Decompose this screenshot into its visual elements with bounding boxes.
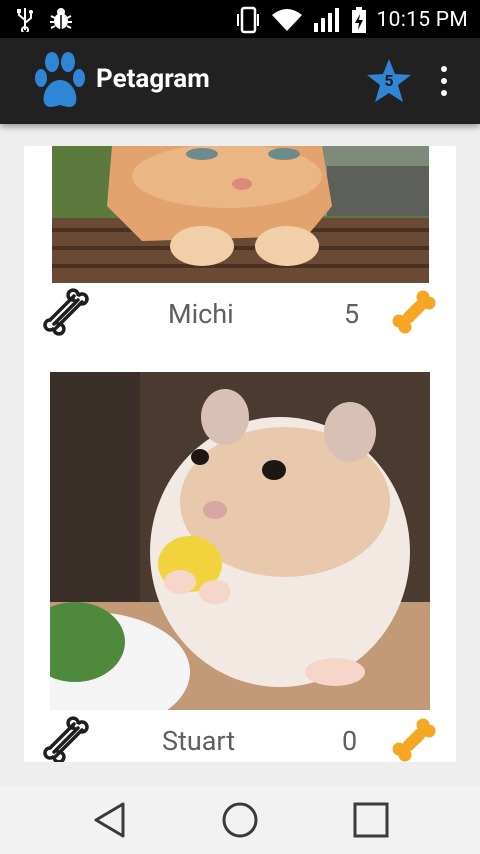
home-icon[interactable] — [220, 800, 260, 840]
pet-likes-count: 0 — [342, 725, 358, 757]
usb-icon — [17, 8, 33, 32]
dot — [441, 90, 447, 96]
dot — [441, 78, 447, 84]
favorites-count[interactable]: 5 — [365, 71, 413, 90]
pet-list[interactable]: Michi 5 Stuart 0 — [24, 146, 456, 762]
recents-icon[interactable] — [351, 800, 391, 840]
pet-likes-count: 5 — [344, 298, 360, 330]
pet-photo-stuart — [50, 372, 430, 710]
bone-filled-icon[interactable] — [388, 286, 440, 338]
dot — [441, 66, 447, 72]
pet-card: Michi 5 — [24, 146, 456, 356]
bug-icon — [50, 8, 72, 29]
status-bar: 10:15 PM — [0, 0, 480, 38]
pet-card: Stuart 0 — [24, 372, 456, 762]
app-title: Petagram — [96, 64, 210, 94]
paw-logo-icon — [35, 52, 85, 107]
pet-photo-michi — [52, 146, 429, 283]
pet-name: Stuart — [162, 725, 236, 757]
bone-outline-icon[interactable] — [40, 714, 92, 762]
bone-outline-icon[interactable] — [40, 286, 92, 338]
signal-icon — [313, 8, 339, 32]
pet-name: Michi — [168, 298, 234, 330]
back-icon[interactable] — [90, 800, 130, 840]
bone-filled-icon[interactable] — [388, 714, 440, 762]
app-bar: Petagram 5 — [0, 38, 480, 124]
wifi-icon — [271, 9, 302, 31]
vibrate-icon — [236, 6, 259, 34]
status-time: 10:15 PM — [376, 8, 468, 32]
overflow-menu-icon[interactable] — [432, 66, 456, 96]
battery-icon — [351, 7, 366, 33]
navigation-bar — [0, 786, 480, 854]
